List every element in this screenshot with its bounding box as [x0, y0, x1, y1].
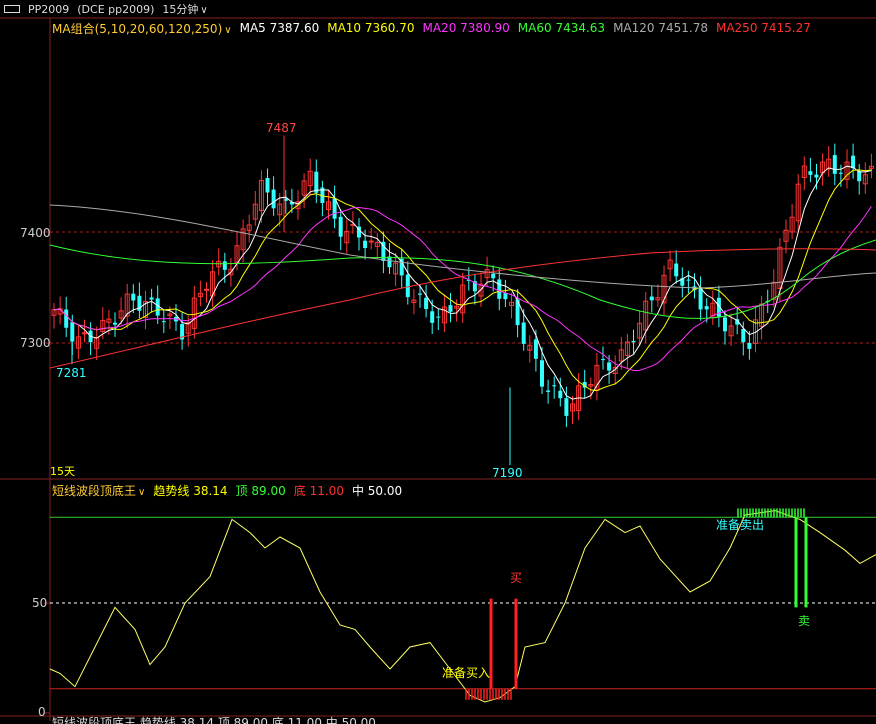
candle-body: [747, 343, 752, 349]
candle-body: [521, 322, 526, 344]
candle-body: [723, 317, 727, 332]
candle-body: [338, 216, 343, 237]
candle-body: [424, 297, 429, 310]
candle-body: [430, 311, 435, 323]
indicator-selector[interactable]: 短线波段顶底王 ∨: [52, 482, 145, 499]
ready-buy-signal: 准备买入: [442, 666, 491, 680]
low-price-mark-mid: 7190: [492, 466, 523, 480]
candle-body: [674, 263, 679, 277]
candle-body: [222, 261, 227, 270]
candle-body: [546, 390, 551, 392]
candle-body: [601, 359, 605, 361]
candle-body: [558, 390, 563, 399]
chevron-down-icon: ∨: [138, 486, 146, 498]
candle-body: [418, 293, 422, 295]
indicator-axis-label: 0: [38, 705, 46, 719]
candle-body: [204, 288, 209, 291]
candle-body: [131, 293, 136, 301]
candle-body: [314, 171, 319, 193]
price-chart[interactable]: [0, 0, 876, 721]
candle-body: [533, 339, 538, 359]
candle-body: [271, 189, 276, 209]
candle-body: [448, 305, 453, 312]
candle-body: [491, 273, 496, 279]
ready-sell-signal: 准备卖出: [716, 518, 765, 532]
candle-body: [363, 240, 368, 248]
candle-body: [698, 287, 703, 310]
candle-body: [265, 177, 270, 193]
candle-body: [631, 340, 636, 343]
price-axis-label: 7300: [20, 336, 51, 350]
candle-body: [649, 296, 654, 301]
candle-body: [686, 279, 691, 281]
candle-body: [368, 240, 374, 243]
candle-body: [149, 297, 154, 300]
price-axis-label: 7400: [20, 226, 51, 240]
mid-value: 中 50.00: [351, 483, 403, 498]
indicator-axis-label: 50: [32, 596, 48, 610]
candle-body: [564, 398, 569, 416]
buy-signal: 买: [510, 571, 523, 585]
trend-line-value: 趋势线 38.14: [153, 483, 228, 498]
high-price-mark: 7487: [266, 121, 297, 135]
candle-body: [814, 174, 819, 178]
sell-signal: 卖: [798, 614, 811, 628]
candle-body: [741, 328, 746, 343]
candle-body: [503, 293, 508, 300]
candle-body: [161, 321, 166, 323]
candle-body: [704, 306, 709, 310]
candle-body: [552, 385, 557, 387]
candle-body: [857, 170, 862, 182]
candle-body: [436, 316, 441, 318]
candle-body: [497, 279, 502, 299]
candle-body: [405, 274, 410, 298]
candle-body: [838, 172, 843, 174]
candle-body: [808, 171, 813, 175]
candle-body: [540, 360, 544, 387]
bottom-value: 底 11.00: [293, 483, 344, 498]
bottom-indicator-strip: 短线波段顶底王 趋势线 38.14 顶 89.00 底 11.00 中 50.0…: [52, 716, 376, 724]
candle-body: [832, 155, 837, 174]
candle-body: [851, 155, 856, 169]
candle-body: [387, 256, 392, 268]
low-price-mark-left: 7281: [56, 366, 87, 380]
candle-body: [113, 322, 117, 325]
candle-body: [607, 362, 612, 371]
period-tag: 15天: [50, 465, 75, 478]
candle-body: [82, 332, 87, 335]
candle-body: [64, 309, 69, 328]
top-value: 顶 89.00: [235, 483, 286, 498]
indicator-legend: 短线波段顶底王 ∨ 趋势线 38.14 顶 89.00 底 11.00 中 50.…: [52, 481, 402, 499]
